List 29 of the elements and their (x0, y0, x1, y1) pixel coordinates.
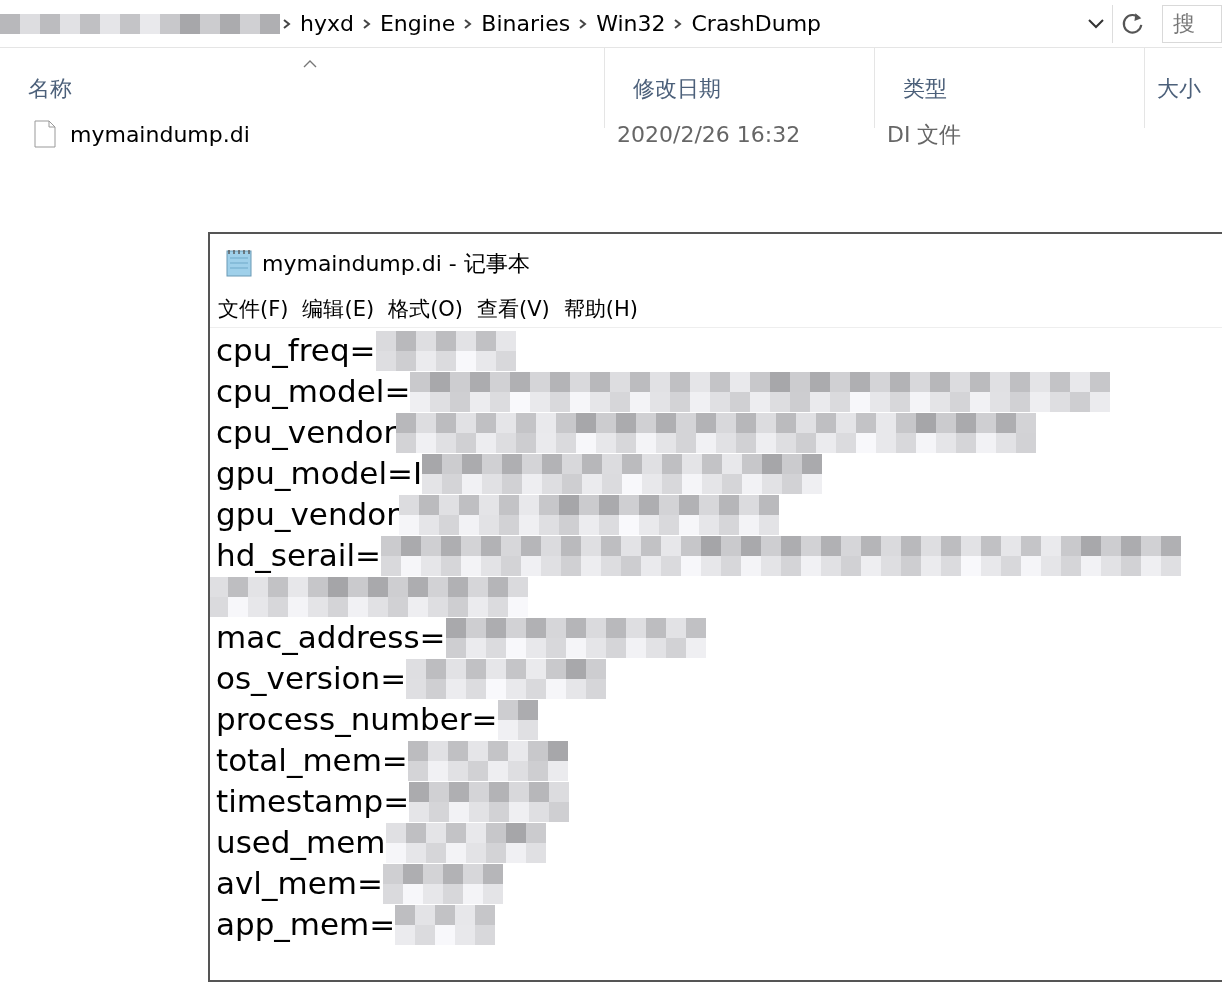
text-line: process_number= (216, 700, 498, 740)
text-line: gpu_vendor (216, 495, 399, 535)
breadcrumb-link[interactable]: Win32 (590, 7, 672, 40)
text-line: os_version= (216, 659, 407, 699)
search-field[interactable]: 搜 (1162, 4, 1222, 43)
file-icon (34, 120, 56, 148)
text-line: mac_address= (216, 618, 446, 658)
text-line: avl_mem= (216, 864, 383, 904)
text-line: cpu_freq= (216, 331, 376, 371)
dropdown-icon[interactable] (1086, 16, 1106, 31)
menu-item[interactable]: 格式(O) (388, 293, 464, 326)
breadcrumb-link[interactable]: Engine (373, 7, 462, 40)
breadcrumb-link[interactable]: hyxd (294, 7, 360, 40)
menu-item[interactable]: 文件(F) (218, 293, 289, 326)
text-line: gpu_model=I (216, 454, 423, 494)
text-line: used_mem (216, 823, 386, 863)
column-header[interactable]: 大小 (1145, 48, 1222, 128)
text-line: cpu_model= (216, 372, 411, 412)
breadcrumb-link[interactable]: Binaries (475, 7, 577, 40)
menu-item[interactable]: 查看(V) (477, 293, 550, 326)
menu-item[interactable]: 帮助(H) (563, 293, 638, 326)
text-line: app_mem= (216, 905, 396, 945)
window-title: mymaindump.di - 记事本 (262, 249, 530, 278)
breadcrumb-link[interactable]: CrashDump (685, 7, 828, 40)
text-line: cpu_vendor (216, 413, 397, 453)
text-line: timestamp= (216, 782, 410, 822)
menu-item[interactable]: 编辑(E) (302, 293, 375, 326)
text-line: total_mem= (216, 741, 408, 781)
text-line: hd_serail= (216, 536, 381, 576)
